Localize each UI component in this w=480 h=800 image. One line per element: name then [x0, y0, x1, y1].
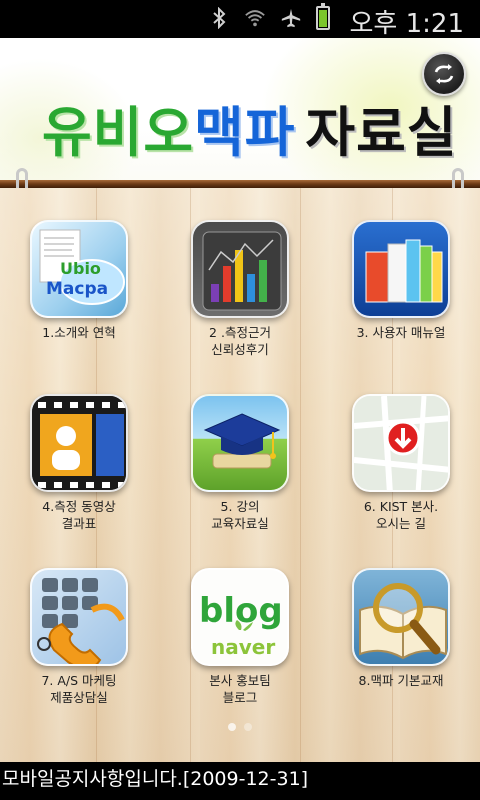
app-title: 유비오맥파 자료실 — [42, 88, 457, 167]
hanger-rod — [0, 180, 480, 188]
bluetooth-icon — [208, 6, 230, 30]
menu-item-label: 2 .측정근거 신뢰성후기 — [209, 325, 271, 357]
page-dot[interactable] — [228, 723, 236, 731]
status-icons — [208, 3, 330, 30]
title-part-macpa: 맥파 — [194, 101, 296, 164]
menu-item-lectures[interactable]: 5. 강의 교육자료실 — [165, 394, 315, 532]
menu-item-user-manual[interactable]: 3. 사용자 매뉴얼 — [326, 220, 476, 341]
map-pin-icon — [352, 394, 450, 492]
magnifier-book-icon — [352, 568, 450, 666]
menu-item-label: 3. 사용자 매뉴얼 — [356, 325, 446, 340]
wifi-icon — [244, 6, 266, 30]
app-header: 유비오맥파 자료실 — [0, 38, 480, 190]
page-indicator — [0, 723, 480, 731]
page-dot[interactable] — [244, 723, 252, 731]
menu-item-basic-textbook[interactable]: 8.맥파 기본교재 — [326, 568, 476, 689]
naver-blog-icon: blog naver — [191, 568, 289, 666]
film-strip-icon — [30, 394, 128, 492]
menu-item-kist-location[interactable]: 6. KIST 본사. 오시는 길 — [326, 394, 476, 532]
menu-item-label: 본사 홍보팀 블로그 — [209, 673, 271, 705]
menu-item-label: 8.맥파 기본교재 — [358, 673, 444, 688]
svg-text:naver: naver — [211, 635, 275, 659]
refresh-icon — [434, 64, 454, 84]
notice-ticker[interactable]: 모바일공지사항입니다.[2009-12-31] — [0, 762, 480, 800]
menu-item-as-consulting[interactable]: 7. A/S 마케팅 제품상담실 — [4, 568, 154, 706]
bar-chart-icon — [191, 220, 289, 318]
refresh-button[interactable] — [422, 52, 466, 96]
menu-item-label: 5. 강의 교육자료실 — [211, 499, 269, 531]
title-part-ubio: 유비오 — [42, 101, 195, 164]
svg-text:Ubio: Ubio — [60, 259, 101, 278]
menu-item-label: 4.측정 동영상 결과표 — [42, 499, 116, 531]
menu-item-measurement-basis[interactable]: 2 .측정근거 신뢰성후기 — [165, 220, 315, 358]
svg-text:Macpa: Macpa — [46, 279, 108, 299]
menu-item-intro-history[interactable]: Ubio Macpa 1.소개와 연혁 — [4, 220, 154, 341]
menu-item-label: 6. KIST 본사. 오시는 길 — [363, 499, 439, 531]
phone-keypad-icon — [30, 568, 128, 666]
manual-books-icon — [352, 220, 450, 318]
ubio-macpa-logo-icon: Ubio Macpa — [30, 220, 128, 318]
menu-grid: Ubio Macpa 1.소개와 연혁 2 .측정근거 신뢰성후기 3. 사용자… — [0, 188, 480, 762]
status-time: 오후 1:21 — [349, 9, 465, 39]
menu-item-label: 7. A/S 마케팅 제품상담실 — [41, 673, 117, 705]
title-part-archive: 자료실 — [305, 101, 458, 164]
graduation-cap-icon — [191, 394, 289, 492]
airplane-mode-icon — [280, 6, 302, 30]
menu-item-pr-blog[interactable]: blog naver 본사 홍보팀 블로그 — [165, 568, 315, 706]
battery-icon — [316, 3, 330, 30]
status-bar: 오후 1:21 — [0, 0, 480, 39]
menu-item-measurement-video[interactable]: 4.측정 동영상 결과표 — [4, 394, 154, 532]
menu-item-label: 1.소개와 연혁 — [42, 325, 116, 340]
menu-panel: Ubio Macpa 1.소개와 연혁 2 .측정근거 신뢰성후기 3. 사용자… — [0, 188, 480, 762]
